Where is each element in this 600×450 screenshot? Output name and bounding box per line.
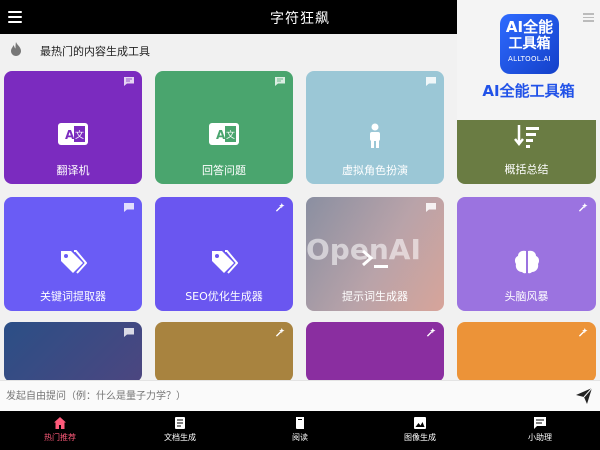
logo-line-1: AI全能 <box>505 18 554 36</box>
tool-card-row3-2[interactable] <box>155 322 293 382</box>
nav-label: 阅读 <box>292 433 308 442</box>
magic-icon <box>275 328 285 337</box>
question-input[interactable] <box>6 386 546 406</box>
card-label: 回答问题 <box>202 164 246 177</box>
nav-label: 图像生成 <box>404 433 436 442</box>
brain-icon <box>514 250 539 274</box>
translate-icon: A 文 <box>58 123 88 145</box>
logo-line-2: 工具箱 <box>508 36 551 52</box>
book-icon <box>296 417 304 429</box>
menu-lines-icon <box>583 13 594 24</box>
terminal-icon <box>362 249 388 268</box>
nav-assistant[interactable]: 小助理 <box>480 411 600 450</box>
svg-text:文: 文 <box>75 129 84 141</box>
card-label: 概括总结 <box>504 163 549 176</box>
section-header: 最热门的内容生成工具 <box>0 38 457 62</box>
magic-icon <box>578 328 588 337</box>
tool-card-seo-generator[interactable]: SEO优化生成器 <box>155 197 293 311</box>
image-icon <box>414 417 426 429</box>
card-label: 虚拟角色扮演 <box>342 164 408 177</box>
fire-icon <box>11 42 21 56</box>
tool-card-row3-3[interactable] <box>306 322 444 382</box>
document-icon <box>175 417 185 429</box>
svg-text:A: A <box>65 128 75 142</box>
card-label: 提示词生成器 <box>342 290 408 303</box>
tool-card-keyword-extractor[interactable]: 关键词提取器 <box>4 197 142 311</box>
tags-icon <box>61 250 87 274</box>
chat-icon <box>275 77 285 86</box>
logo-badge: AI全能 工具箱 ALLTOOL.AI <box>500 14 559 74</box>
translate-icon: A 文 <box>209 123 239 145</box>
tool-card-brainstorm[interactable]: 头脑风暴 <box>457 197 596 311</box>
tool-card-answer-questions[interactable]: A 文 回答问题 <box>155 71 293 184</box>
tool-card-summarize[interactable]: 概括总结 <box>457 120 596 184</box>
card-label: SEO优化生成器 <box>185 290 263 303</box>
sort-icon <box>513 125 539 148</box>
nav-doc-generate[interactable]: 文档生成 <box>120 411 240 450</box>
nav-image-generate[interactable]: 图像生成 <box>360 411 480 450</box>
nav-hot-recommend[interactable]: 热门推荐 <box>0 411 120 450</box>
logo-caption: AI全能工具箱 <box>482 82 575 100</box>
card-label: 翻译机 <box>56 164 90 177</box>
logo-line-3: ALLTOOL.AI <box>508 55 551 63</box>
chat-icon <box>534 417 546 429</box>
chat-icon <box>124 328 134 337</box>
svg-text:文: 文 <box>226 129 235 141</box>
tool-card-row3-4[interactable] <box>457 322 596 382</box>
tool-card-translator[interactable]: A 文 翻译机 <box>4 71 142 184</box>
chat-icon <box>426 77 436 86</box>
nav-read[interactable]: 阅读 <box>240 411 360 450</box>
home-icon <box>54 417 66 429</box>
card-label: 头脑风暴 <box>504 290 549 303</box>
nav-label: 小助理 <box>528 433 552 442</box>
question-input-bar <box>0 380 600 411</box>
person-icon <box>370 123 380 148</box>
logo-panel: AI全能 工具箱 ALLTOOL.AI AI全能工具箱 <box>457 0 600 120</box>
tool-card-row3-1[interactable] <box>4 322 142 382</box>
magic-icon <box>275 203 285 212</box>
chat-icon <box>124 77 134 86</box>
nav-label: 文档生成 <box>164 433 196 442</box>
tool-card-prompt-generator[interactable]: OpenAI 提示词生成器 <box>306 197 444 311</box>
svg-text:A: A <box>216 128 226 142</box>
card-label: 关键词提取器 <box>40 290 106 303</box>
send-icon[interactable] <box>576 388 592 404</box>
tags-icon <box>212 250 238 274</box>
magic-icon <box>426 328 436 337</box>
section-title: 最热门的内容生成工具 <box>40 45 150 58</box>
chat-icon <box>124 203 134 212</box>
bottom-nav: 热门推荐 文档生成 阅读 图像生成 小助理 <box>0 411 600 450</box>
magic-icon <box>578 203 588 212</box>
chat-icon <box>426 203 436 212</box>
tool-card-role-play[interactable]: 虚拟角色扮演 <box>306 71 444 184</box>
nav-label: 热门推荐 <box>44 433 76 442</box>
